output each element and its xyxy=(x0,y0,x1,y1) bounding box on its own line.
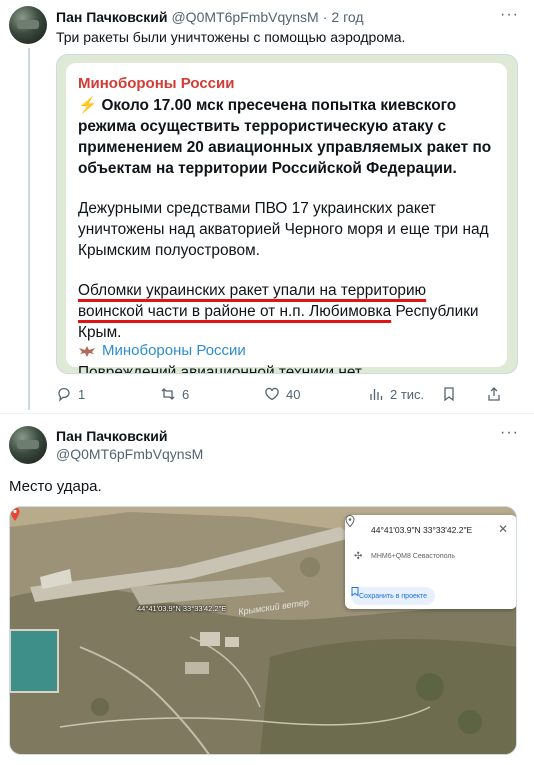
paragraph-1-text: Около 17.00 мск пресечена попытка киевск… xyxy=(78,97,492,177)
tweet-actions: 1 6 40 2 тис. xyxy=(56,386,518,406)
thread-connector-line xyxy=(28,48,30,410)
pin-coordinates-label: 44°41'03.9"N 33°33'42.2"E xyxy=(137,604,227,613)
author-name[interactable]: Пан Пачковский xyxy=(56,428,167,444)
avatar[interactable] xyxy=(9,426,47,464)
underlined-text: Обломки украинских ракет упали на террит… xyxy=(78,282,427,320)
plus-code: МНМ6+QМ8 Севастополь xyxy=(371,553,456,560)
lightning-icon: ⚡ xyxy=(78,97,98,114)
popup-coordinates: 44°41'03.9"N 33°33'42.2"E xyxy=(371,525,473,535)
repost-count: 6 xyxy=(182,386,190,402)
views-count: 2 тис. xyxy=(390,386,425,402)
bookmark-button[interactable] xyxy=(441,386,457,402)
eagle-emblem-icon xyxy=(79,345,95,357)
tweet-text: Три ракеты были уничтожены с помощью аэр… xyxy=(56,29,406,45)
message-paragraph-2: Дежурными средствами ПВО 17 украинских р… xyxy=(78,200,489,259)
tweet-time[interactable]: 2 год xyxy=(331,9,363,25)
author-name[interactable]: Пан Пачковский xyxy=(56,9,167,25)
like-count: 40 xyxy=(286,386,301,402)
reply-icon xyxy=(58,387,70,402)
save-to-project-label: Сохранить в проекте xyxy=(359,592,428,600)
repost-button[interactable]: 6 xyxy=(160,386,189,402)
message-paragraph-3: Обломки украинских ракет упали на террит… xyxy=(78,280,495,343)
heart-icon xyxy=(265,387,279,401)
message-paragraph-1: ⚡ Около 17.00 мск пресечена попытка киев… xyxy=(78,95,495,179)
channel-name: Минобороны России xyxy=(78,75,235,92)
avatar[interactable] xyxy=(9,6,47,44)
plus-code-icon: ✣ xyxy=(354,551,363,562)
location-popup: 44°41'03.9"N 33°33'42.2"E ✕ ✣ МНМ6+QМ8 С… xyxy=(345,515,516,609)
save-to-project-button[interactable]: Сохранить в проекте xyxy=(351,587,436,605)
tweet-header: Пан Пачковский @Q0MT6pFmbVqynsM · 2 год xyxy=(56,9,364,25)
bookmark-icon xyxy=(351,587,359,596)
views-button[interactable]: 2 тис. xyxy=(368,386,424,402)
views-icon xyxy=(370,389,383,400)
satellite-map-image[interactable]: 44°41'03.9"N 33°33'42.2"E Крымский ветер… xyxy=(9,506,517,755)
telegram-message: Минобороны России ⚡ Около 17.00 мск прес… xyxy=(66,63,507,373)
channel-link[interactable]: Минобороны России xyxy=(102,342,246,359)
repost-icon xyxy=(161,388,175,400)
share-icon xyxy=(488,387,500,401)
card-footer: Минобороны России xyxy=(78,342,246,359)
author-handle[interactable]: @Q0MT6pFmbVqynsM xyxy=(56,446,203,462)
like-button[interactable]: 40 xyxy=(264,386,300,402)
author-handle[interactable]: @Q0MT6pFmbVqynsM xyxy=(171,9,318,25)
share-button[interactable] xyxy=(486,386,502,402)
tweet-divider xyxy=(0,413,534,414)
tweet-text: Место удара. xyxy=(9,478,102,495)
map-pin-icon[interactable] xyxy=(10,507,20,521)
more-options-icon[interactable]: ··· xyxy=(500,424,519,442)
close-icon[interactable]: ✕ xyxy=(498,522,508,536)
reply-count: 1 xyxy=(78,386,86,402)
bookmark-icon xyxy=(444,387,454,402)
separator-dot: · xyxy=(322,9,328,25)
quoted-post-card[interactable]: Минобороны России ⚡ Около 17.00 мск прес… xyxy=(56,54,518,374)
reply-button[interactable]: 1 xyxy=(56,386,85,402)
message-paragraph-4: Повреждений авиационной техники нет. xyxy=(78,364,365,374)
location-pin-icon xyxy=(345,515,355,527)
more-options-icon[interactable]: ··· xyxy=(500,6,519,24)
